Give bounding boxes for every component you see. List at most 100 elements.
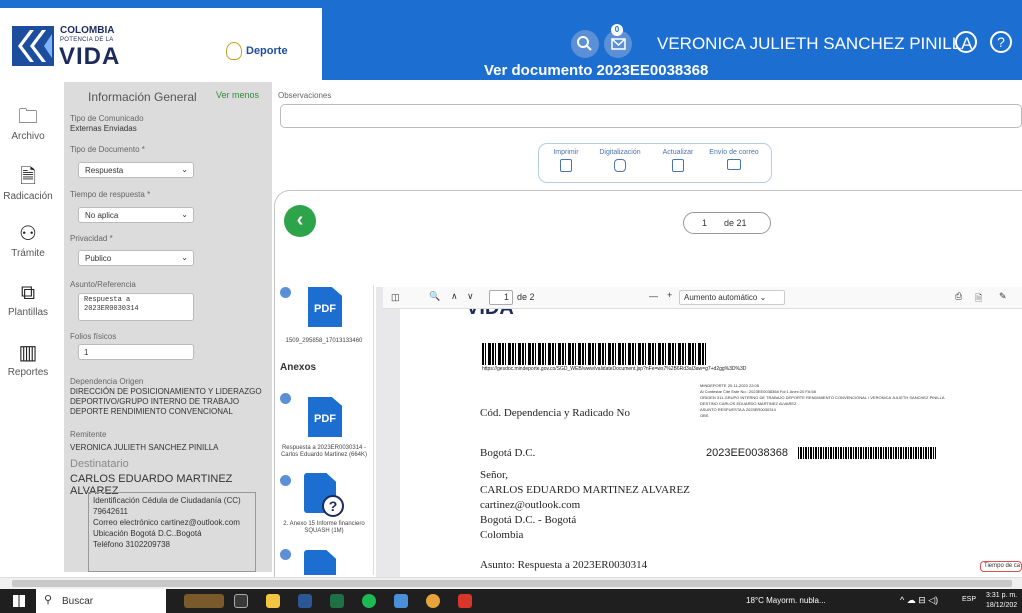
- logo-vida: VIDA: [59, 43, 121, 70]
- pdf-toolbar: ◫ 🔍 ∧ ∨ 1 de 2 — + Aumento automático ⌄ …: [383, 287, 1022, 309]
- file-explorer-icon[interactable]: [266, 594, 280, 608]
- tiempo-respuesta-select[interactable]: No aplica ⌄: [78, 207, 194, 223]
- identificacion-label: Identificación: [93, 496, 140, 505]
- observaciones-input[interactable]: [280, 104, 1022, 128]
- spotify-icon[interactable]: [362, 594, 376, 608]
- attachment-number-badge: [280, 549, 291, 560]
- clock[interactable]: 3:31 p. m. 18/12/202: [986, 591, 1017, 611]
- rail-item-radicacion[interactable]: 🗎 Radicación: [0, 166, 56, 202]
- rail-label: Radicación: [3, 191, 53, 202]
- help-icon[interactable]: ?: [990, 31, 1012, 53]
- zoom-in-icon[interactable]: +: [667, 290, 672, 300]
- zoom-out-icon[interactable]: —: [649, 291, 658, 301]
- ver-menos-link[interactable]: Ver menos: [216, 90, 259, 100]
- word-icon[interactable]: [298, 594, 312, 608]
- page-title: Ver documento 2023EE0038368: [484, 62, 709, 79]
- page-pager[interactable]: 1 de 21: [683, 212, 771, 234]
- recipient-name: CARLOS EDUARDO MARTINEZ ALVAREZ: [480, 484, 690, 496]
- splitter[interactable]: [376, 287, 383, 577]
- observaciones-label: Observaciones: [278, 91, 332, 100]
- digitalizacion-button[interactable]: Digitalización: [596, 149, 644, 172]
- pdf-page: VIDA https://gesdoc.mindeporte.gov.co/SG…: [400, 309, 1022, 577]
- mail-icon: [727, 159, 741, 170]
- asunto-textarea[interactable]: Respuesta a 2023ER0030314: [78, 293, 194, 321]
- system-tray-icons[interactable]: ^ ☁ ⊟ ◁): [900, 595, 938, 606]
- pdf-file-icon[interactable]: PDF: [308, 397, 342, 437]
- rail-item-plantillas[interactable]: ⧉ Plantillas: [0, 282, 56, 318]
- excel-icon[interactable]: [330, 594, 344, 608]
- actualizar-button[interactable]: Actualizar: [658, 149, 698, 172]
- radicado-barcode: [798, 447, 936, 459]
- attachment-number-badge: [280, 393, 291, 404]
- camera-icon: [614, 159, 626, 172]
- rail-label: Plantillas: [7, 307, 49, 318]
- windows-start-icon[interactable]: [13, 595, 25, 607]
- teams-icon[interactable]: [394, 594, 408, 608]
- rail-item-tramite[interactable]: ⚇ Trámite: [0, 223, 56, 259]
- deporte-emblem-icon: [226, 42, 242, 60]
- acrobat-icon[interactable]: [458, 594, 472, 608]
- print-button[interactable]: Imprimir: [549, 149, 583, 172]
- taskbar-search[interactable]: ⚲ Buscar: [36, 589, 166, 613]
- edit-icon[interactable]: ✎: [999, 291, 1007, 302]
- tiempo-badge: Tiempo de ca: [980, 561, 1022, 572]
- clock-time: 3:31 p. m.: [986, 592, 1018, 599]
- templates-icon: ⧉: [20, 282, 36, 304]
- refresh-icon: [672, 159, 684, 172]
- pager-current: 1: [702, 218, 708, 228]
- tipo-documento-select[interactable]: Respuesta ⌄: [78, 162, 194, 178]
- recipient-email: cartinez@outlook.com: [480, 499, 581, 511]
- rail-item-archivo[interactable]: 🗀 Archivo: [0, 106, 56, 142]
- rail-label: Trámite: [11, 248, 45, 259]
- save-icon[interactable]: 🗎: [975, 291, 982, 307]
- pdf-page-total: de 2: [517, 292, 535, 302]
- asunto-line: Asunto: Respuesta a 2023ER0030314: [480, 559, 648, 571]
- rail-item-reportes[interactable]: ▥ Reportes: [0, 342, 56, 378]
- pdf-search-icon[interactable]: 🔍: [429, 291, 440, 302]
- search-icon: [577, 36, 592, 51]
- attachment-number-badge: [280, 475, 291, 486]
- deporte-label: Deporte: [246, 45, 288, 57]
- pdf-file-icon[interactable]: PDF: [308, 287, 342, 327]
- qr-barcode-image: [482, 343, 708, 365]
- print-icon: [560, 159, 572, 172]
- remitente-value: VERONICA JULIETH SANCHEZ PINILLA: [70, 443, 219, 452]
- language-indicator[interactable]: ESP: [962, 596, 976, 603]
- envio-correo-button[interactable]: Envío de correo: [706, 149, 762, 170]
- info-panel: Información General Ver menos Tipo de Co…: [64, 82, 272, 572]
- chevron-down-icon: ⌄: [181, 253, 188, 262]
- sidebar-toggle-icon[interactable]: ◫: [391, 292, 400, 303]
- attachment-name[interactable]: 2. Anexo 15 Informe financiero SQUASH (1…: [278, 521, 370, 535]
- search-button[interactable]: [571, 30, 599, 58]
- dependencia-label: Dependencia Origen: [70, 377, 144, 386]
- weather-widget[interactable]: 18°C Mayorm. nubla...: [746, 596, 826, 605]
- task-view-icon[interactable]: [234, 594, 248, 608]
- horizontal-scrollbar[interactable]: [0, 577, 1022, 589]
- print-icon[interactable]: ⎙: [955, 291, 962, 302]
- privacidad-select[interactable]: Publico ⌄: [78, 250, 194, 266]
- back-button[interactable]: ‹: [284, 205, 316, 237]
- recipient-location: Bogotá D.C. - Bogotá: [480, 514, 577, 526]
- tipo-comunicado-label: Tipo de Comunicado: [70, 114, 144, 123]
- unknown-file-icon[interactable]: [304, 550, 336, 575]
- rail-label: Archivo: [11, 131, 45, 142]
- scrollbar-thumb[interactable]: [12, 580, 1012, 587]
- pdf-page-input[interactable]: 1: [489, 290, 513, 305]
- next-page-icon[interactable]: ∨: [467, 291, 474, 302]
- tipo-documento-value: Respuesta: [85, 166, 124, 175]
- chevron-down-icon: ⌄: [181, 210, 188, 219]
- tipo-documento-label: Tipo de Documento *: [70, 145, 145, 154]
- user-icon[interactable]: [955, 31, 977, 53]
- attachment-name[interactable]: Respuesta a 2023ER0030314 - Carlos Eduar…: [278, 445, 370, 459]
- chrome-icon[interactable]: [426, 594, 440, 608]
- folios-input[interactable]: 1: [78, 344, 194, 360]
- chevron-down-icon: ⌄: [181, 165, 188, 174]
- attachment-name[interactable]: 1509_295858_17013133460: [278, 338, 370, 345]
- envio-correo-label: Envío de correo: [709, 149, 759, 156]
- zoom-select[interactable]: Aumento automático ⌄: [679, 290, 785, 305]
- ubicacion-value: Bogotá D.C..Bogotá: [130, 529, 202, 538]
- prev-page-icon[interactable]: ∧: [451, 291, 458, 302]
- taskbar-search-text: Buscar: [62, 596, 94, 607]
- pager-total: de 21: [724, 218, 747, 228]
- chevron-left-icon: ‹: [296, 209, 304, 231]
